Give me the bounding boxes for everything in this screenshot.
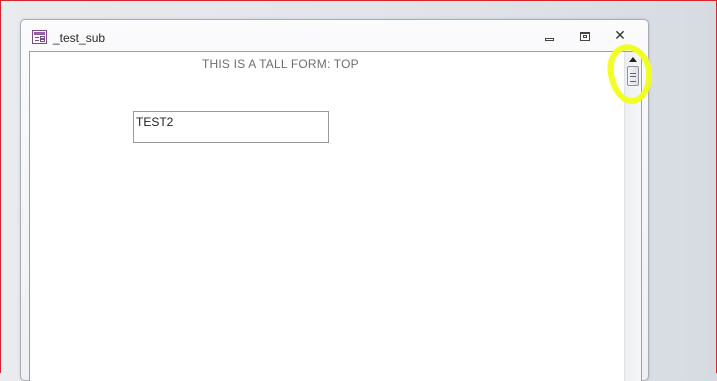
minimize-button[interactable]: [541, 29, 559, 45]
close-button[interactable]: ✕: [611, 28, 629, 45]
scroll-thumb[interactable]: [627, 66, 639, 86]
subform-window: _test_sub ✕ THIS IS A TALL FORM: TOP TES…: [20, 19, 649, 381]
form-icon: [32, 30, 47, 44]
text-box-value: TEST2: [136, 115, 174, 129]
restore-button[interactable]: [576, 29, 594, 45]
grip-icon: [630, 73, 636, 82]
test2-text-box[interactable]: TEST2: [133, 111, 329, 143]
form-heading-label: THIS IS A TALL FORM: TOP: [202, 57, 359, 71]
vertical-scrollbar[interactable]: [624, 52, 641, 381]
form-client-area: THIS IS A TALL FORM: TOP TEST2: [29, 51, 642, 381]
scroll-up-button[interactable]: [627, 55, 639, 65]
window-title: _test_sub: [53, 31, 106, 45]
close-icon: ✕: [614, 28, 626, 44]
